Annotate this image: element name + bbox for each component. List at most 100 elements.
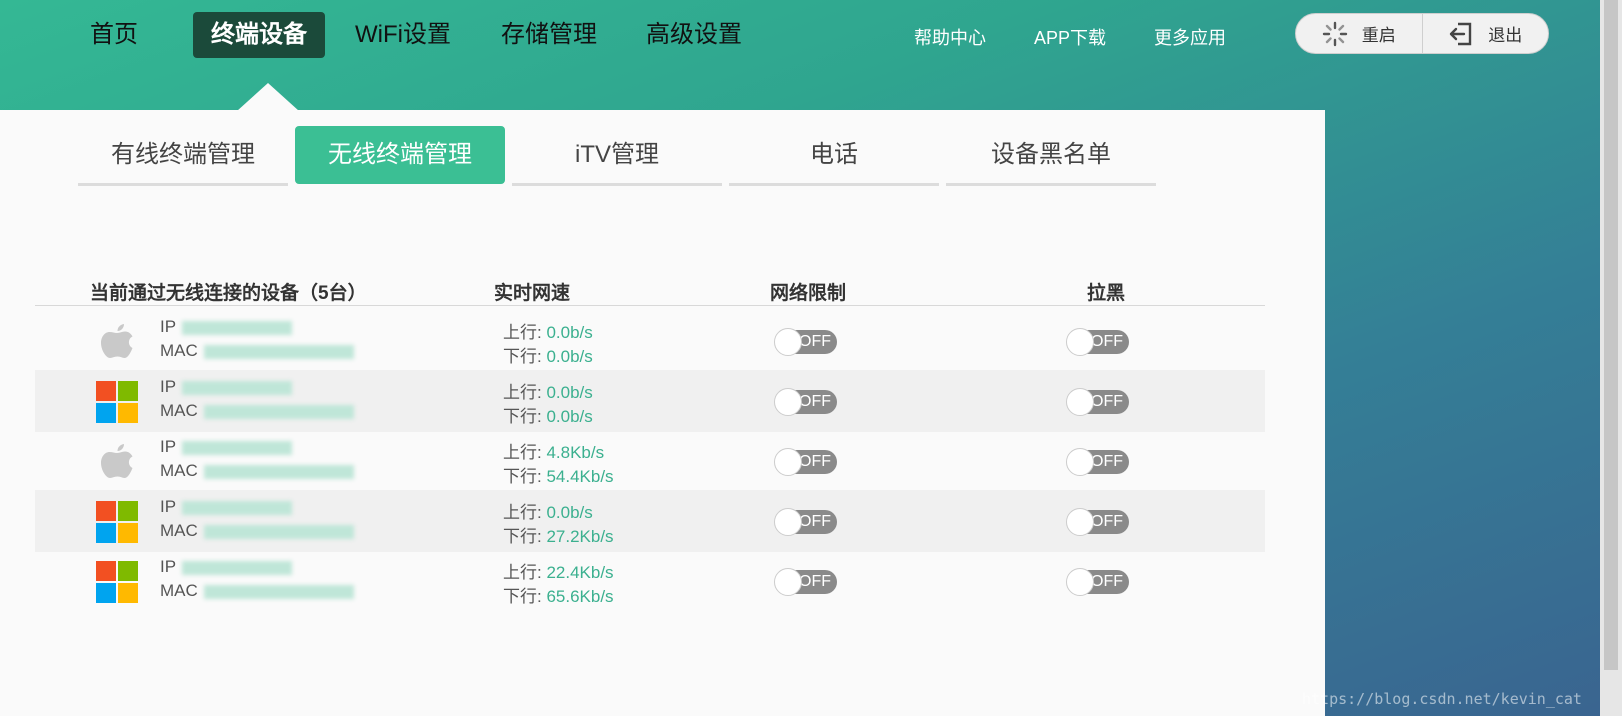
ip-label: IP xyxy=(160,437,177,456)
top-navigation: 首页 终端设备 WiFi设置 存储管理 高级设置 帮助中心 APP下载 更多应用 xyxy=(0,0,1622,111)
download-speed: 下行: 0.0b/s xyxy=(503,342,593,367)
windows-icon xyxy=(95,500,139,544)
toggle-label: OFF xyxy=(799,393,831,410)
device-mac: MAC xyxy=(160,401,354,421)
system-button-group: 重启 退出 xyxy=(1295,13,1549,54)
toggle-knob xyxy=(1066,508,1094,536)
block-toggle[interactable]: OFF xyxy=(1066,388,1129,416)
restart-button[interactable]: 重启 xyxy=(1296,14,1422,53)
apple-icon xyxy=(95,320,139,364)
upload-label: 上行: xyxy=(503,503,547,522)
toggle-label: OFF xyxy=(1091,513,1123,530)
scrollbar-thumb[interactable] xyxy=(1604,0,1618,670)
device-mac: MAC xyxy=(160,521,354,541)
download-value: 65.6Kb/s xyxy=(546,587,614,606)
link-help-center[interactable]: 帮助中心 xyxy=(914,24,986,50)
toggle-knob xyxy=(774,508,802,536)
upload-speed: 上行: 4.8Kb/s xyxy=(503,438,604,463)
toggle-knob xyxy=(1066,568,1094,596)
toggle-label: OFF xyxy=(1091,453,1123,470)
upload-value: 0.0b/s xyxy=(546,323,593,342)
header-network-limit: 网络限制 xyxy=(770,283,847,304)
ip-label: IP xyxy=(160,377,177,396)
header-block: 拉黑 xyxy=(1087,283,1126,304)
download-speed: 下行: 27.2Kb/s xyxy=(503,522,614,547)
network-limit-toggle[interactable]: OFF xyxy=(774,508,837,536)
upload-value: 22.4Kb/s xyxy=(546,563,614,582)
toggle-label: OFF xyxy=(799,453,831,470)
logout-icon xyxy=(1448,21,1474,47)
block-toggle[interactable]: OFF xyxy=(1066,448,1129,476)
network-limit-toggle[interactable]: OFF xyxy=(774,388,837,416)
download-label: 下行: xyxy=(503,587,547,606)
subtab-wired-terminals[interactable]: 有线终端管理 xyxy=(78,126,288,186)
block-toggle[interactable]: OFF xyxy=(1066,508,1129,536)
toggle-label: OFF xyxy=(799,513,831,530)
nav-terminal-devices[interactable]: 终端设备 xyxy=(193,12,325,58)
mac-label: MAC xyxy=(160,341,198,360)
network-limit-toggle[interactable]: OFF xyxy=(774,328,837,356)
spinner-icon xyxy=(1322,21,1348,47)
ip-label: IP xyxy=(160,497,177,516)
mac-redacted xyxy=(203,344,354,359)
download-value: 0.0b/s xyxy=(546,407,593,426)
mac-redacted xyxy=(203,404,354,419)
download-label: 下行: xyxy=(503,347,547,366)
device-ip: IP xyxy=(160,437,293,457)
device-mac: MAC xyxy=(160,461,354,481)
download-label: 下行: xyxy=(503,527,547,546)
watermark: https://blog.csdn.net/kevin_cat xyxy=(1302,690,1582,708)
header-divider xyxy=(35,305,1265,306)
nav-storage[interactable]: 存储管理 xyxy=(483,12,615,58)
logout-button[interactable]: 退出 xyxy=(1421,14,1549,53)
ip-redacted xyxy=(182,380,293,395)
toggle-label: OFF xyxy=(1091,333,1123,350)
toggle-label: OFF xyxy=(799,333,831,350)
link-more-apps[interactable]: 更多应用 xyxy=(1154,24,1226,50)
mac-label: MAC xyxy=(160,521,198,540)
header-devices: 当前通过无线连接的设备（5台） xyxy=(90,283,367,304)
toggle-knob xyxy=(774,328,802,356)
toggle-knob xyxy=(774,568,802,596)
download-speed: 下行: 0.0b/s xyxy=(503,402,593,427)
mac-label: MAC xyxy=(160,581,198,600)
table-row: IP MAC 上行: 4.8Kb/s 下行: 54.4Kb/s OFF OFF xyxy=(35,430,1265,492)
subtab-wireless-terminals[interactable]: 无线终端管理 xyxy=(295,126,505,184)
download-label: 下行: xyxy=(503,407,547,426)
upload-value: 4.8Kb/s xyxy=(546,443,605,462)
toggle-label: OFF xyxy=(1091,393,1123,410)
network-limit-toggle[interactable]: OFF xyxy=(774,568,837,596)
mac-redacted xyxy=(203,584,354,599)
toggle-knob xyxy=(774,448,802,476)
subtab-phone[interactable]: 电话 xyxy=(729,126,939,186)
upload-speed: 上行: 0.0b/s xyxy=(503,318,593,343)
block-toggle[interactable]: OFF xyxy=(1066,328,1129,356)
toggle-label: OFF xyxy=(799,573,831,590)
link-app-download[interactable]: APP下载 xyxy=(1034,24,1106,50)
ip-redacted xyxy=(182,500,293,515)
ip-redacted xyxy=(182,440,293,455)
ip-label: IP xyxy=(160,317,177,336)
subtab-itv[interactable]: iTV管理 xyxy=(512,126,722,186)
nav-wifi-settings[interactable]: WiFi设置 xyxy=(337,12,469,58)
device-ip: IP xyxy=(160,557,293,577)
ip-redacted xyxy=(182,560,293,575)
device-mac: MAC xyxy=(160,581,354,601)
windows-icon xyxy=(95,560,139,604)
upload-label: 上行: xyxy=(503,443,547,462)
table-row: IP MAC 上行: 0.0b/s 下行: 0.0b/s OFF OFF xyxy=(35,310,1265,372)
table-row: IP MAC 上行: 0.0b/s 下行: 27.2Kb/s OFF OFF xyxy=(35,490,1265,552)
download-speed: 下行: 54.4Kb/s xyxy=(503,462,614,487)
toggle-knob xyxy=(1066,448,1094,476)
block-toggle[interactable]: OFF xyxy=(1066,568,1129,596)
network-limit-toggle[interactable]: OFF xyxy=(774,448,837,476)
upload-speed: 上行: 22.4Kb/s xyxy=(503,558,614,583)
subtab-blacklist[interactable]: 设备黑名单 xyxy=(946,126,1156,186)
restart-label: 重启 xyxy=(1361,26,1396,45)
upload-speed: 上行: 0.0b/s xyxy=(503,498,593,523)
upload-label: 上行: xyxy=(503,563,547,582)
download-label: 下行: xyxy=(503,467,547,486)
nav-home[interactable]: 首页 xyxy=(72,12,156,58)
nav-advanced[interactable]: 高级设置 xyxy=(628,12,760,58)
upload-speed: 上行: 0.0b/s xyxy=(503,378,593,403)
